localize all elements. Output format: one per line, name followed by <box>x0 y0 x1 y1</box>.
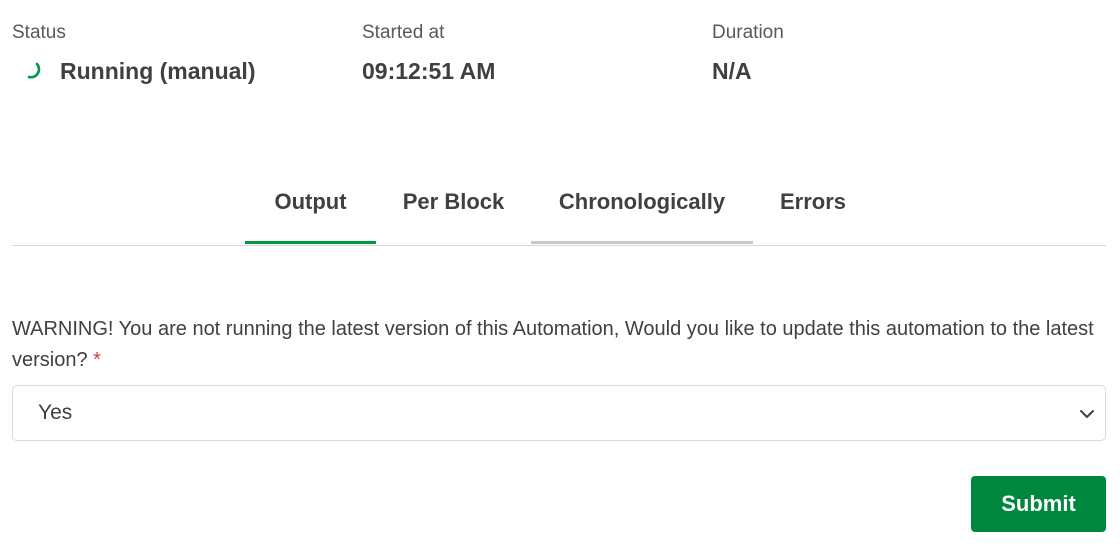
tab-errors[interactable]: Errors <box>765 178 861 244</box>
started-value: 09:12:51 AM <box>362 58 496 84</box>
status-value: Running (manual) <box>60 58 256 84</box>
status-value-row: Running (manual) <box>12 56 255 86</box>
update-question: WARNING! You are not running the latest … <box>12 314 1106 376</box>
started-label: Started at <box>362 22 445 43</box>
tab-per-block[interactable]: Per Block <box>388 178 519 244</box>
duration-label: Duration <box>712 22 784 43</box>
spinner-icon <box>27 62 41 79</box>
update-version-select[interactable]: Yes <box>12 385 1106 441</box>
status-summary: Status Running (manual) <box>12 20 255 86</box>
tab-output[interactable]: Output <box>245 178 376 244</box>
tab-bar: Output Per Block Chronologically Errors <box>12 178 1106 246</box>
run-details-page: Status Running (manual) Started at 09:12… <box>0 0 1120 560</box>
select-value: Yes <box>38 401 73 424</box>
started-summary: Started at 09:12:51 AM <box>362 20 495 86</box>
duration-summary: Duration N/A <box>712 20 784 86</box>
required-marker: * <box>93 349 101 371</box>
tab-chronologically[interactable]: Chronologically <box>531 178 753 244</box>
status-label: Status <box>12 22 66 43</box>
duration-value: N/A <box>712 58 752 84</box>
submit-button[interactable]: Submit <box>971 476 1106 532</box>
question-text: WARNING! You are not running the latest … <box>12 318 1094 371</box>
chevron-down-icon <box>1080 410 1094 418</box>
